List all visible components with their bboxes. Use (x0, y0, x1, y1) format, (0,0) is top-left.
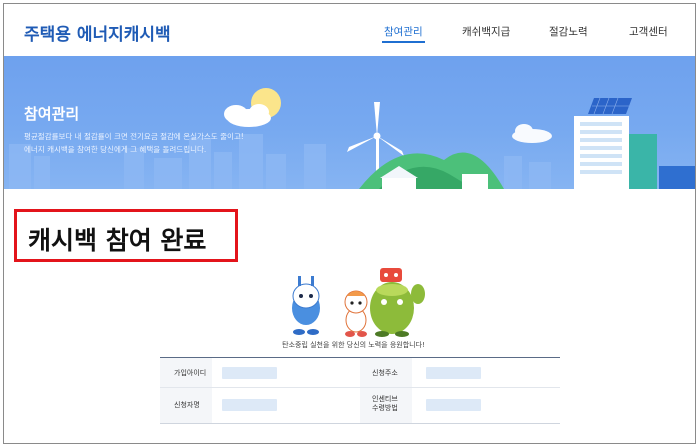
banner-desc-line1: 평균절감률보다 내 절감률이 크면 전기요금 절감에 온실가스도 줄이고! (24, 132, 244, 141)
application-address-label: 신청주소 (372, 369, 398, 377)
table-row: 신청자명 인센티브 수령방법 (160, 388, 560, 424)
application-address-value (426, 367, 481, 379)
applicant-name-label: 신청자명 (174, 401, 200, 409)
banner-title: 참여관리 (24, 105, 80, 123)
join-id-label: 가입아이디 (174, 369, 207, 377)
orange-mascot (344, 290, 368, 337)
green-mascot (370, 268, 425, 337)
blue-mascot (292, 276, 320, 335)
incentive-method-label: 인센티브 수령방법 (372, 395, 412, 413)
main-nav: 참여관리 캐쉬백지급 절감노력 고객센터 (4, 24, 695, 46)
incentive-method-label-line1: 인센티브 (372, 395, 398, 403)
incentive-method-value (426, 399, 481, 411)
incentive-method-label-line2: 수령방법 (372, 404, 398, 412)
completion-highlight-box: 캐시백 참여 완료 (14, 209, 238, 262)
table-row: 가입아이디 신청주소 (160, 358, 560, 388)
nav-item-cashback-payment[interactable]: 캐쉬백지급 (462, 24, 510, 39)
join-id-value (222, 367, 277, 379)
banner-description: 평균절감률보다 내 절감률이 크면 전기요금 절감에 온실가스도 줄이고! 에너… (24, 130, 314, 156)
nav-item-customer-center[interactable]: 고객센터 (629, 24, 668, 39)
site-header: 주택용 에너지캐시백 참여관리 캐쉬백지급 절감노력 고객센터 (4, 4, 695, 56)
completion-label: 캐시백 참여 완료 (28, 226, 207, 255)
mascot-characters (292, 268, 425, 337)
office-building (574, 97, 695, 189)
participant-info-table: 가입아이디 신청주소 신청자명 인센티브 수령방법 (160, 357, 560, 424)
city-illustration (9, 88, 695, 189)
applicant-name-value (222, 399, 277, 411)
page-frame: 주택용 에너지캐시백 참여관리 캐쉬백지급 절감노력 고객센터 참여관리 평균절… (3, 3, 696, 444)
support-message: 탄소중립 실천을 위한 당신의 노력을 응원합니다! (282, 341, 425, 349)
nav-item-saving-effort[interactable]: 절감노력 (549, 24, 588, 39)
nav-item-participation[interactable]: 참여관리 (382, 24, 425, 43)
banner-desc-line2: 에너지 캐시백을 참여한 당신에게 그 혜택을 돌려드립니다. (24, 145, 207, 154)
hero-banner: 참여관리 평균절감률보다 내 절감률이 크면 전기요금 절감에 온실가스도 줄이… (4, 56, 695, 189)
cloud (224, 104, 271, 127)
